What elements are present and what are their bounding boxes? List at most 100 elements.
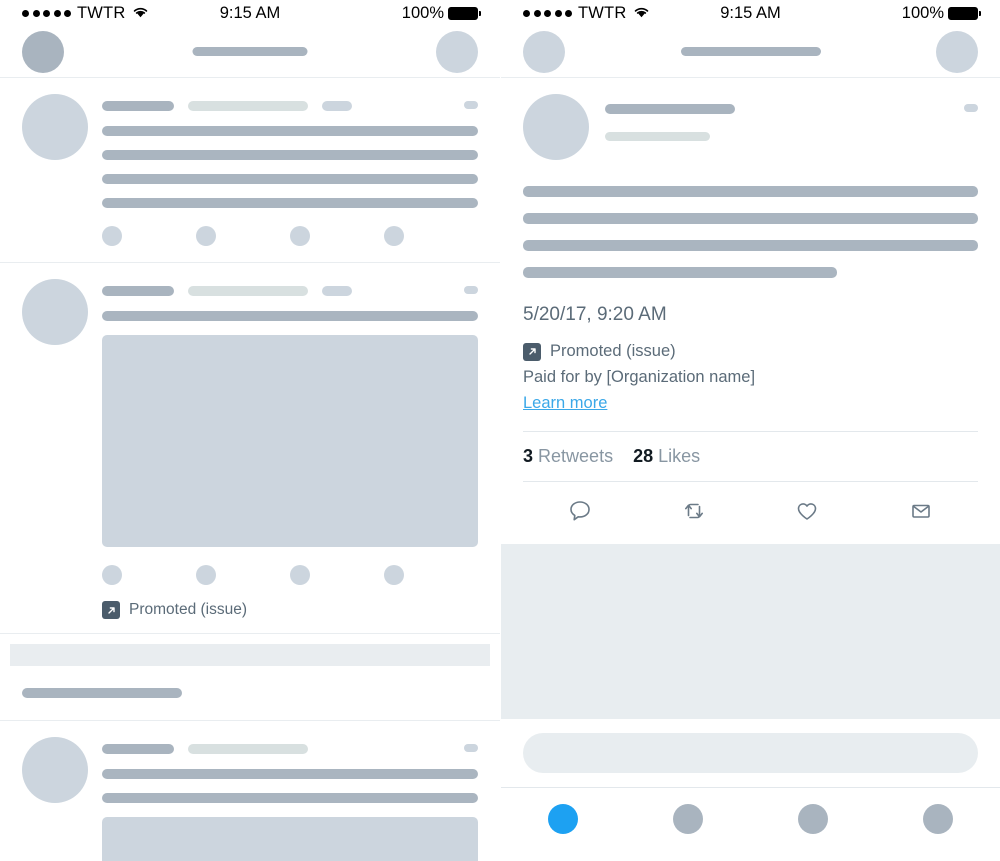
tab-search[interactable] bbox=[626, 804, 751, 834]
tweet-body: Promoted (issue) bbox=[102, 279, 478, 633]
tweet-text-line bbox=[102, 793, 478, 803]
more-options-skeleton[interactable] bbox=[964, 104, 978, 112]
detail-nav-bar bbox=[501, 26, 1000, 78]
tweet-card[interactable] bbox=[0, 78, 500, 263]
section-banner-wrap bbox=[0, 634, 500, 698]
handle-skeleton bbox=[605, 132, 710, 141]
share-action[interactable] bbox=[384, 565, 478, 585]
timestamp-skeleton bbox=[322, 286, 352, 296]
likes-label: Likes bbox=[658, 446, 701, 466]
media-image-placeholder[interactable] bbox=[102, 817, 478, 861]
tweet-text-line bbox=[523, 186, 978, 197]
media-image-placeholder[interactable] bbox=[102, 335, 478, 547]
more-options-skeleton[interactable] bbox=[464, 286, 478, 294]
tweet-action-row bbox=[102, 222, 478, 262]
profile-avatar[interactable] bbox=[936, 30, 978, 73]
nav-right-slot bbox=[936, 30, 978, 73]
reply-icon bbox=[570, 501, 590, 521]
timestamp-skeleton bbox=[322, 101, 352, 111]
reply-compose-wrap bbox=[501, 719, 1000, 788]
author-avatar[interactable] bbox=[523, 94, 589, 160]
section-caption-skeleton bbox=[22, 688, 182, 698]
display-name-skeleton bbox=[102, 744, 174, 754]
retweet-action[interactable] bbox=[196, 226, 290, 246]
reply-button[interactable] bbox=[523, 496, 637, 526]
display-name-skeleton bbox=[102, 101, 174, 111]
envelope-icon bbox=[912, 504, 930, 518]
tweet-text-line bbox=[523, 240, 978, 251]
paid-for-by-label: Paid for by [Organization name] bbox=[523, 368, 756, 386]
more-options-skeleton[interactable] bbox=[464, 101, 478, 109]
clock-label: 9:15 AM bbox=[219, 3, 281, 22]
tab-notifications[interactable] bbox=[751, 804, 876, 834]
retweet-icon bbox=[684, 503, 703, 519]
retweet-button[interactable] bbox=[637, 496, 751, 526]
tweet-card[interactable] bbox=[0, 721, 500, 861]
promoted-label-row: Promoted (issue) bbox=[102, 601, 478, 633]
promoted-arrow-icon bbox=[523, 342, 541, 361]
detail-author-header[interactable] bbox=[501, 78, 1000, 160]
promoted-disclosure: Promoted (issue) Paid for by [Organizati… bbox=[501, 326, 1000, 413]
tweet-card[interactable]: Promoted (issue) bbox=[0, 263, 500, 634]
retweets-stat[interactable]: 3 Retweets bbox=[523, 446, 613, 467]
tweet-text-line bbox=[102, 174, 478, 184]
reply-action[interactable] bbox=[102, 565, 196, 585]
bottom-tab-bar bbox=[501, 788, 1000, 852]
detail-body-text bbox=[501, 160, 1000, 278]
tweet-text-line bbox=[102, 311, 478, 321]
section-banner bbox=[10, 644, 490, 666]
avatar[interactable] bbox=[22, 737, 88, 803]
retweets-count: 3 bbox=[523, 446, 534, 466]
profile-avatar[interactable] bbox=[22, 30, 64, 73]
media-image-placeholder[interactable] bbox=[501, 544, 1000, 719]
nav-title-skeleton bbox=[680, 47, 821, 56]
promoted-label: Promoted (issue) bbox=[129, 601, 248, 618]
tweet-body bbox=[102, 737, 478, 861]
battery-full-icon bbox=[948, 6, 981, 20]
share-action[interactable] bbox=[384, 226, 478, 246]
tab-home[interactable] bbox=[501, 804, 626, 834]
status-bar: TWTR 9:15 AM 100% bbox=[501, 0, 1000, 26]
timeline-feed-screen: TWTR 9:15 AM 100% Promoted (issue) bbox=[0, 0, 500, 861]
like-button[interactable] bbox=[751, 496, 865, 526]
back-avatar[interactable] bbox=[523, 30, 565, 73]
retweet-action[interactable] bbox=[196, 565, 290, 585]
promoted-label: Promoted (issue) bbox=[550, 342, 676, 360]
learn-more-link[interactable]: Learn more bbox=[523, 394, 607, 413]
author-names bbox=[605, 94, 978, 160]
tweet-text-line bbox=[102, 769, 478, 779]
tweet-action-row bbox=[102, 561, 478, 601]
nav-right-slot bbox=[436, 30, 478, 73]
tweet-meta-row bbox=[102, 100, 478, 112]
avatar[interactable] bbox=[22, 94, 88, 160]
handle-skeleton bbox=[188, 286, 308, 296]
tweet-meta-row bbox=[102, 743, 478, 755]
engagement-stats: 3 Retweets 28 Likes bbox=[523, 431, 978, 481]
promoted-label-row: Promoted (issue) bbox=[523, 342, 978, 361]
reply-action[interactable] bbox=[102, 226, 196, 246]
display-name-skeleton bbox=[102, 286, 174, 296]
like-action[interactable] bbox=[290, 565, 384, 585]
tweet-text-line bbox=[102, 198, 478, 208]
handle-skeleton bbox=[188, 744, 308, 754]
tweet-meta-row bbox=[102, 285, 478, 297]
more-options-skeleton[interactable] bbox=[464, 744, 478, 752]
promoted-arrow-icon bbox=[102, 601, 120, 619]
heart-icon bbox=[798, 503, 817, 520]
avatar[interactable] bbox=[22, 279, 88, 345]
clock-label: 9:15 AM bbox=[720, 3, 781, 22]
reply-compose-field[interactable] bbox=[523, 733, 978, 773]
tweet-body bbox=[102, 94, 478, 262]
retweets-label: Retweets bbox=[538, 446, 614, 466]
dual-screen-mockup: TWTR 9:15 AM 100% Promoted (issue) TWTR … bbox=[0, 0, 1000, 861]
tweet-timestamp: 5/20/17, 9:20 AM bbox=[523, 304, 667, 325]
battery-full-icon bbox=[448, 6, 481, 20]
likes-stat[interactable]: 28 Likes bbox=[633, 446, 700, 467]
compose-avatar[interactable] bbox=[436, 30, 478, 73]
like-action[interactable] bbox=[290, 226, 384, 246]
tab-messages[interactable] bbox=[875, 804, 1000, 834]
tweet-text-line bbox=[102, 126, 478, 136]
handle-skeleton bbox=[188, 101, 308, 111]
share-button[interactable] bbox=[864, 496, 978, 526]
status-bar: TWTR 9:15 AM 100% bbox=[0, 0, 500, 26]
